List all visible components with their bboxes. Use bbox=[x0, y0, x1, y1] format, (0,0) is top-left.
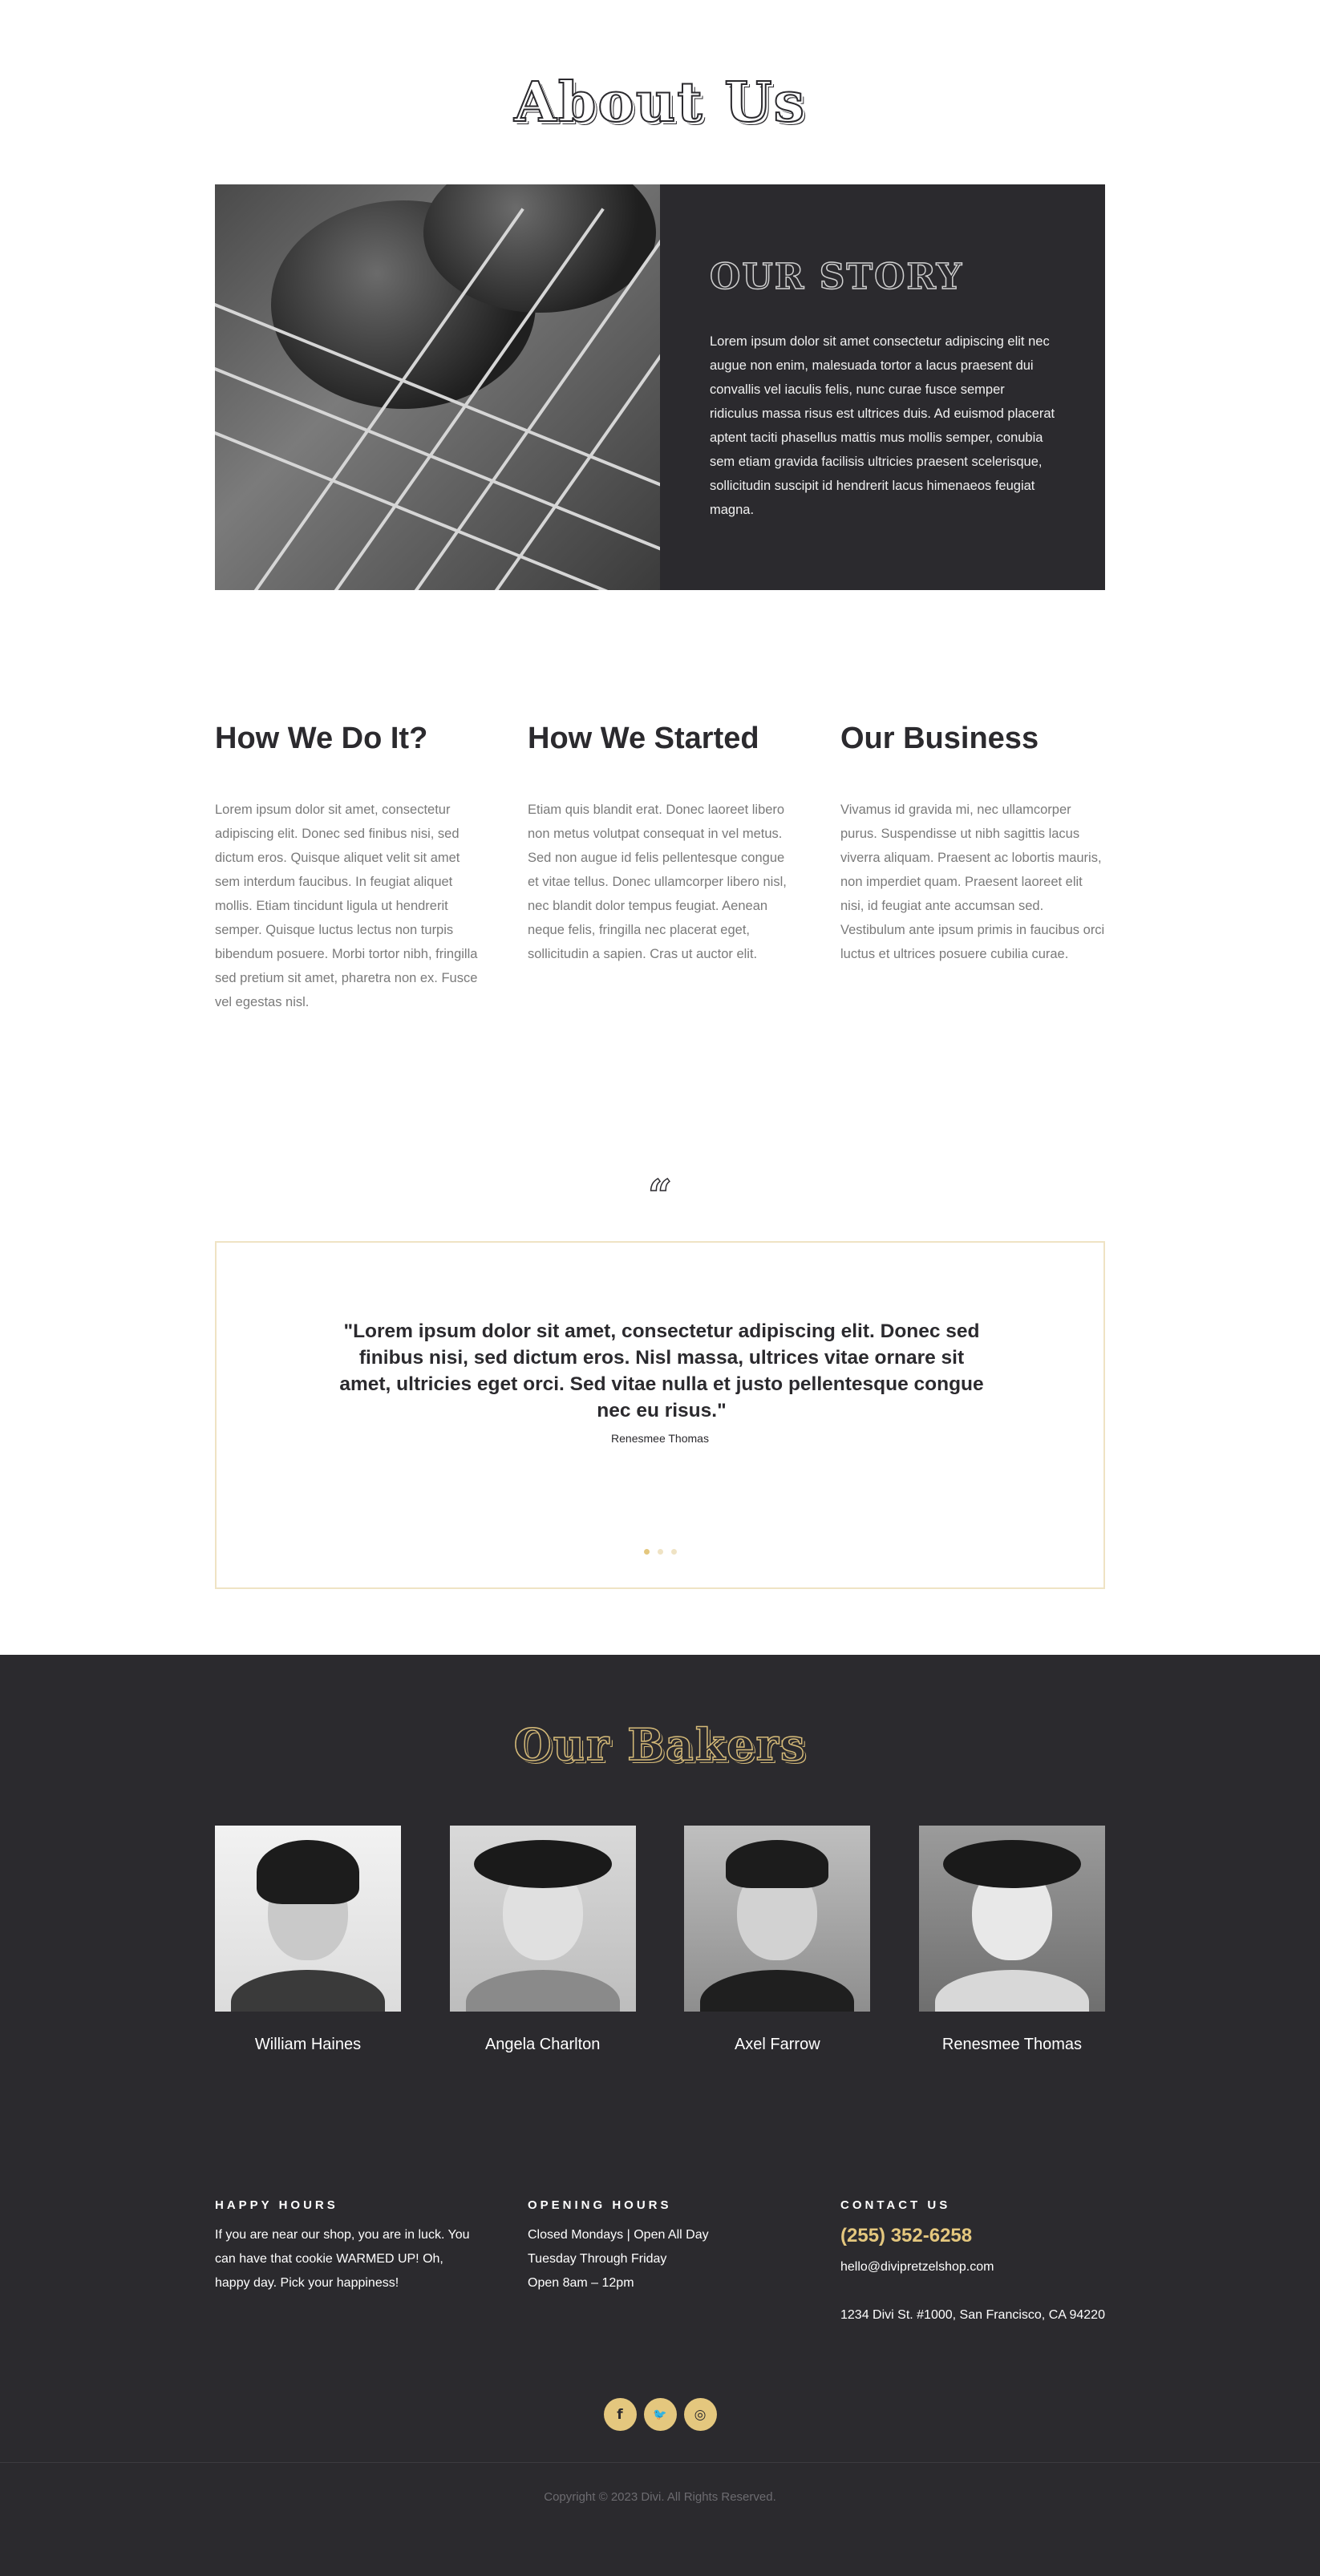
baker-photo bbox=[684, 1826, 871, 2012]
column-heading: Our Business bbox=[840, 722, 1039, 755]
testimonial-author: Renesmee Thomas bbox=[611, 1432, 709, 1445]
column-body: Lorem ipsum dolor sit amet, consectetur … bbox=[215, 803, 478, 1009]
testimonial-quote: "Lorem ipsum dolor sit amet, consectetur… bbox=[339, 1320, 984, 1421]
opening-hours-heading: OPENING HOURS bbox=[528, 2198, 672, 2212]
instagram-icon[interactable]: ◎ bbox=[683, 2398, 717, 2431]
about-page: About Us OUR STORY Lorem ipsum dolor sit… bbox=[0, 0, 1320, 2576]
opening-hours-line: Tuesday Through Friday bbox=[528, 2252, 667, 2266]
story-text-panel: OUR STORY Lorem ipsum dolor sit amet con… bbox=[660, 184, 1105, 590]
footer-info: HAPPY HOURS If you are near our shop, yo… bbox=[215, 2198, 1105, 2327]
info-columns: How We Do It? Lorem ipsum dolor sit amet… bbox=[215, 722, 1105, 1014]
baker-card: Angela Charlton bbox=[449, 1826, 636, 2054]
baker-name: William Haines bbox=[254, 2036, 362, 2053]
opening-hours-column: OPENING HOURS Closed Mondays | Open All … bbox=[528, 2198, 792, 2327]
baker-name: Axel Farrow bbox=[734, 2036, 820, 2053]
opening-hours-line: Closed Mondays | Open All Day bbox=[528, 2228, 709, 2242]
social-links: f 🐦 ◎ bbox=[0, 2398, 1320, 2431]
bakers-footer-section: Our Bakers William Haines Angela Charlto… bbox=[0, 1655, 1320, 2576]
column-heading: How We Do It? bbox=[215, 722, 428, 755]
baker-name: Renesmee Thomas bbox=[941, 2036, 1083, 2053]
baker-photo bbox=[215, 1826, 401, 2012]
happy-hours-heading: HAPPY HOURS bbox=[215, 2198, 338, 2212]
footer-divider bbox=[0, 2462, 1320, 2463]
opening-hours-line: Open 8am – 12pm bbox=[528, 2276, 634, 2290]
slider-dot-3[interactable] bbox=[670, 1549, 677, 1555]
baker-card: William Haines bbox=[215, 1826, 401, 2054]
happy-hours-text: If you are near our shop, you are in luc… bbox=[215, 2228, 470, 2290]
contact-address: 1234 Divi St. #1000, San Francisco, CA 9… bbox=[840, 2308, 1105, 2322]
column-body: Vivamus id gravida mi, nec ullamcorper p… bbox=[840, 803, 1105, 961]
baker-name: Angela Charlton bbox=[484, 2036, 601, 2053]
baker-card: Renesmee Thomas bbox=[918, 1826, 1105, 2054]
contact-column: CONTACT US (255) 352-6258 hello@divipret… bbox=[840, 2198, 1105, 2327]
story-body: Lorem ipsum dolor sit amet consectetur a… bbox=[710, 334, 1055, 517]
testimonial-slider: "Lorem ipsum dolor sit amet, consectetur… bbox=[215, 1241, 1105, 1589]
twitter-icon[interactable]: 🐦 bbox=[643, 2398, 677, 2431]
copyright-text: Copyright © 2023 Divi. All Rights Reserv… bbox=[544, 2490, 776, 2504]
contact-heading: CONTACT US bbox=[840, 2198, 951, 2212]
happy-hours-column: HAPPY HOURS If you are near our shop, yo… bbox=[215, 2198, 480, 2327]
baker-photo bbox=[449, 1826, 636, 2012]
our-story-section: OUR STORY Lorem ipsum dolor sit amet con… bbox=[215, 184, 1105, 590]
story-heading: OUR STORY bbox=[709, 256, 964, 298]
quote-icon: “ bbox=[647, 1171, 672, 1221]
bakers-title: Our Bakers bbox=[513, 1718, 807, 1771]
slider-dot-2[interactable] bbox=[657, 1549, 663, 1555]
bakers-grid: William Haines Angela Charlton Axel Farr… bbox=[215, 1826, 1105, 2054]
contact-phone-link[interactable]: (255) 352-6258 bbox=[840, 2223, 1105, 2249]
pretzels-photo bbox=[215, 184, 660, 590]
column-our-business: Our Business Vivamus id gravida mi, nec … bbox=[840, 722, 1105, 1014]
slider-pagination bbox=[217, 1549, 1103, 1555]
column-body: Etiam quis blandit erat. Donec laoreet l… bbox=[528, 803, 787, 961]
slider-dot-1[interactable] bbox=[643, 1549, 650, 1555]
column-how-we-do-it: How We Do It? Lorem ipsum dolor sit amet… bbox=[215, 722, 480, 1014]
baker-photo bbox=[918, 1826, 1105, 2012]
facebook-icon[interactable]: f bbox=[603, 2398, 637, 2431]
contact-email-link[interactable]: hello@divipretzelshop.com bbox=[840, 2255, 1105, 2279]
column-heading: How We Started bbox=[528, 722, 759, 755]
baker-card: Axel Farrow bbox=[684, 1826, 871, 2054]
page-title: About Us bbox=[513, 70, 806, 135]
column-how-we-started: How We Started Etiam quis blandit erat. … bbox=[528, 722, 792, 1014]
